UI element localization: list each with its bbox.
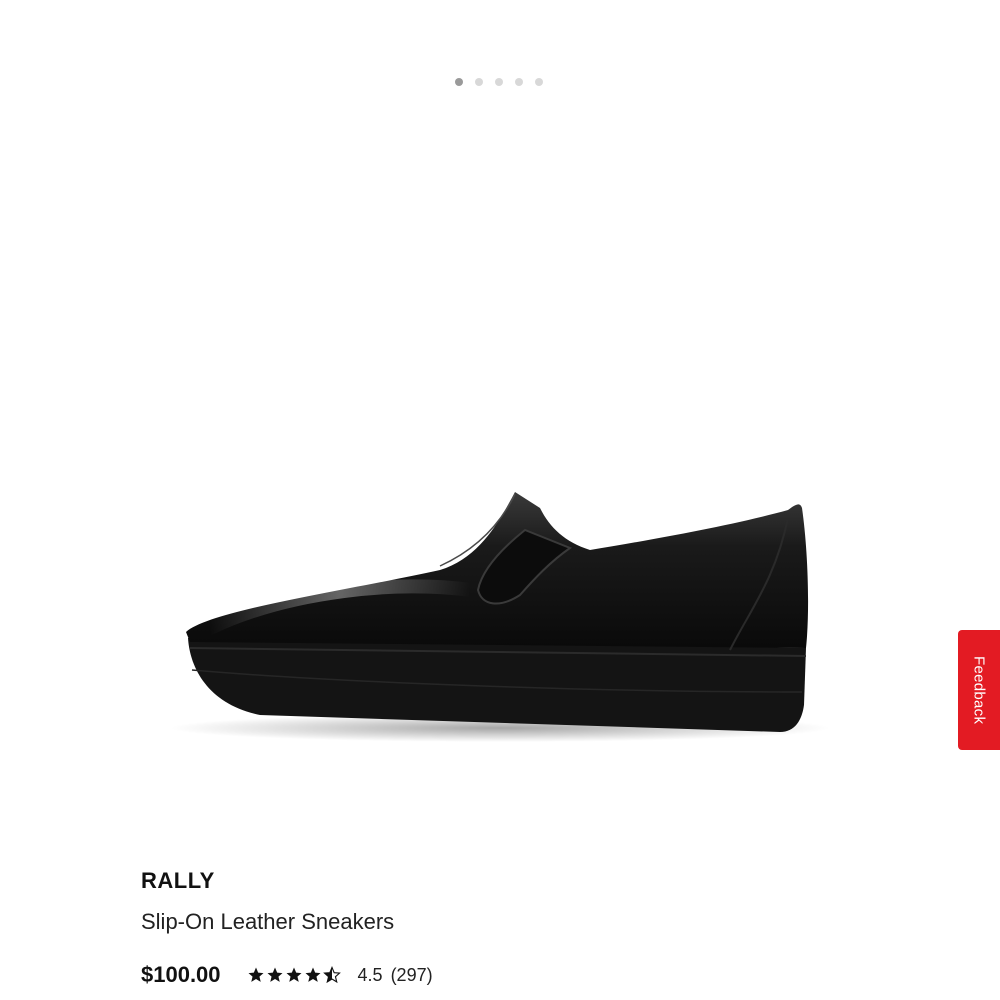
rating-stars[interactable] — [247, 966, 342, 984]
carousel-dot-1[interactable] — [455, 78, 463, 86]
carousel-pagination — [455, 78, 543, 86]
rating-value: 4.5 — [357, 964, 383, 985]
price-rating-row: $100.00 4.5 (297) — [141, 958, 433, 992]
product-image[interactable] — [170, 470, 830, 750]
star-full-icon — [267, 967, 283, 982]
review-count-link[interactable]: (297) — [391, 965, 433, 986]
carousel-dot-5[interactable] — [535, 78, 543, 86]
carousel-dot-3[interactable] — [495, 78, 503, 86]
star-full-icon — [286, 967, 302, 982]
feedback-label: Feedback — [970, 655, 988, 725]
product-name: Slip-On Leather Sneakers — [141, 909, 395, 934]
product-page: Feedback RALLY Slip-On Leather Sneakers … — [0, 0, 1000, 1000]
feedback-tab[interactable]: Feedback — [958, 630, 1000, 750]
carousel-dot-4[interactable] — [515, 78, 523, 86]
carousel-dot-2[interactable] — [475, 78, 483, 86]
star-full-icon — [248, 967, 264, 982]
star-full-icon — [305, 967, 321, 982]
star-half-icon — [322, 966, 341, 984]
product-price: $100.00 — [141, 962, 221, 987]
product-brand: RALLY — [141, 868, 215, 893]
